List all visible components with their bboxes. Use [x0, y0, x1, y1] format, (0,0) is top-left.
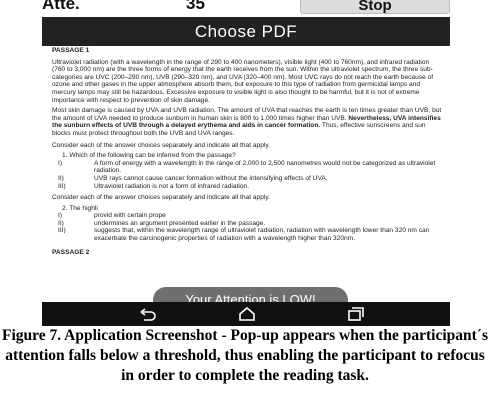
passage-heading: PASSAGE 2 — [52, 248, 90, 256]
android-navigation-bar — [42, 302, 450, 326]
question-1-option: III) Ultraviolet radiation is not a form… — [52, 183, 444, 191]
question-1-option: II) UVB rays cannot cause cancer formati… — [52, 175, 444, 183]
attention-label: Atte. — [42, 0, 80, 13]
choose-pdf-button[interactable]: Choose PDF — [42, 17, 450, 46]
passage-heading: PASSAGE 1 — [52, 47, 90, 54]
option-number: II) — [58, 219, 64, 227]
top-bar: Atte. 35 Stop — [0, 0, 490, 14]
option-text: Ultraviolet radiation is not a form of i… — [94, 182, 250, 190]
question-2: 2. The highli I) provid with certain pro… — [52, 205, 444, 243]
option-text: undermines an argument presented earlier… — [94, 219, 266, 227]
figure-caption: Figure 7. Application Screenshot - Pop-u… — [2, 327, 488, 384]
option-number: I) — [58, 212, 63, 220]
question-1-title: 1. Which of the following can be inferre… — [62, 152, 236, 160]
option-text: UVB rays cannot cause cancer formation w… — [94, 174, 328, 182]
question-1-option: I) A form of energy with a wavelength in… — [52, 160, 444, 175]
question-2-option: III) suggests that, within the wavelengt… — [52, 227, 444, 242]
question-2-title: 2. The highli — [62, 204, 98, 212]
attention-count: 35 — [186, 0, 205, 13]
option-text: provid with certain prope — [94, 212, 166, 220]
question-2-option: II) undermines an argument presented ear… — [52, 220, 444, 228]
option-text: A form of energy with a wavelength in th… — [94, 159, 436, 175]
instruction-2: Consider each of the answer choices sepa… — [52, 194, 270, 202]
option-number: I) — [58, 159, 63, 167]
option-text: suggests that, within the wavelength ran… — [94, 227, 430, 243]
home-icon[interactable] — [238, 307, 256, 321]
question-1: 1. Which of the following can be inferre… — [52, 152, 444, 190]
option-number: III) — [58, 227, 66, 235]
paragraph-2: Most skin damage is caused by UVA and UV… — [52, 107, 444, 137]
instruction-1: Consider each of the answer choices sepa… — [52, 141, 270, 149]
option-number: II) — [58, 174, 64, 182]
stop-button[interactable]: Stop — [300, 0, 450, 14]
question-2-option: I) provid with certain prope — [52, 212, 444, 220]
paragraph-1: Ultraviolet radiation (with a wavelength… — [52, 58, 434, 104]
back-icon[interactable] — [139, 307, 157, 321]
recents-icon[interactable] — [346, 307, 364, 321]
pdf-document-view[interactable]: PASSAGE 1 Ultraviolet radiation (with a … — [52, 46, 444, 302]
option-number: III) — [58, 182, 66, 190]
